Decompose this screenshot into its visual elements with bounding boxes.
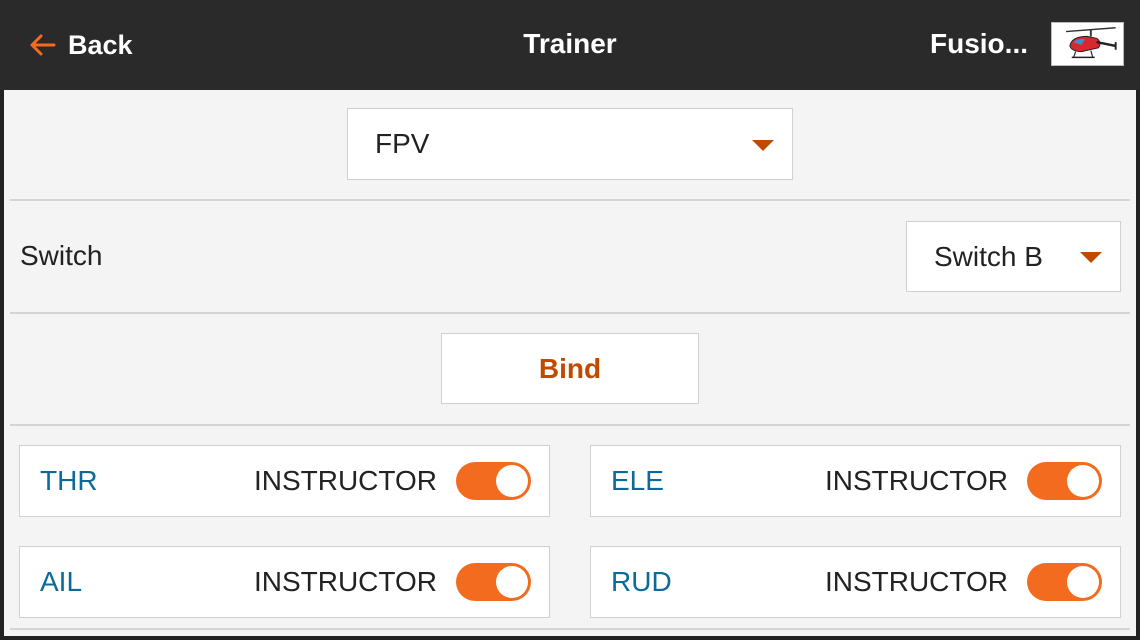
channel-mode: INSTRUCTOR bbox=[824, 465, 1008, 496]
model-name: Fusio... bbox=[930, 28, 1028, 59]
channel-card-ele: ELE INSTRUCTOR bbox=[590, 445, 1121, 517]
mode-dropdown-value: FPV bbox=[375, 128, 430, 159]
arrow-left-icon bbox=[30, 34, 56, 56]
content-area: FPV Switch Switch B Bind THR INSTRUCTOR … bbox=[4, 90, 1136, 636]
channel-name: RUD bbox=[611, 566, 672, 597]
instructor-toggle[interactable] bbox=[456, 563, 531, 601]
chevron-down-icon bbox=[1080, 252, 1102, 263]
instructor-toggle[interactable] bbox=[1027, 563, 1102, 601]
channel-mode: INSTRUCTOR bbox=[824, 566, 1008, 597]
back-label: Back bbox=[68, 29, 133, 60]
switch-dropdown-value: Switch B bbox=[934, 240, 1043, 272]
divider bbox=[10, 199, 1130, 201]
helicopter-icon bbox=[1065, 27, 1117, 59]
back-button[interactable]: Back bbox=[28, 26, 133, 64]
toggle-knob bbox=[496, 566, 528, 598]
bind-button[interactable]: Bind bbox=[441, 333, 699, 404]
toggle-knob bbox=[1067, 465, 1099, 497]
page-title: Trainer bbox=[523, 28, 617, 59]
channel-name: THR bbox=[40, 465, 98, 496]
divider bbox=[10, 312, 1130, 314]
chevron-down-icon bbox=[752, 140, 774, 151]
divider bbox=[10, 628, 1130, 630]
channel-mode: INSTRUCTOR bbox=[253, 566, 437, 597]
top-bar: Back Trainer Fusio... bbox=[0, 0, 1140, 90]
instructor-toggle[interactable] bbox=[1027, 462, 1102, 500]
mode-dropdown[interactable]: FPV bbox=[347, 108, 793, 180]
channel-card-rud: RUD INSTRUCTOR bbox=[590, 546, 1121, 618]
switch-label: Switch bbox=[20, 240, 103, 271]
divider bbox=[10, 424, 1130, 426]
channel-card-thr: THR INSTRUCTOR bbox=[19, 445, 550, 517]
switch-dropdown[interactable]: Switch B bbox=[906, 221, 1121, 292]
toggle-knob bbox=[496, 465, 528, 497]
channel-name: ELE bbox=[611, 465, 664, 496]
instructor-toggle[interactable] bbox=[456, 462, 531, 500]
model-image-button[interactable] bbox=[1051, 22, 1124, 66]
bind-label: Bind bbox=[538, 352, 602, 384]
channel-name: AIL bbox=[40, 566, 83, 597]
channel-mode: INSTRUCTOR bbox=[253, 465, 437, 496]
toggle-knob bbox=[1067, 566, 1099, 598]
channel-card-ail: AIL INSTRUCTOR bbox=[19, 546, 550, 618]
